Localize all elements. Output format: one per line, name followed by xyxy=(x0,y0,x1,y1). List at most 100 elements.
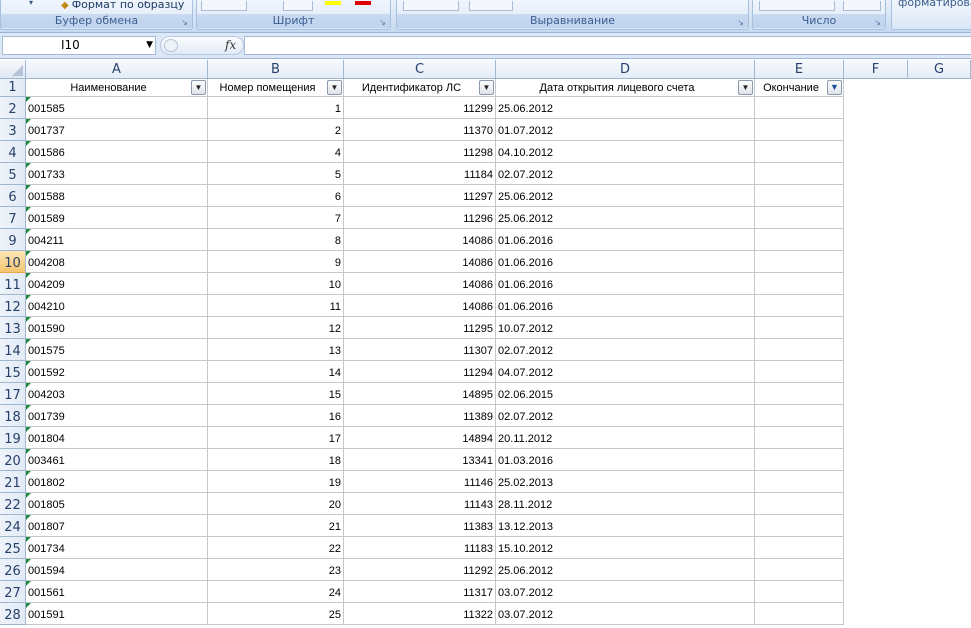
column-header-e[interactable]: E xyxy=(755,60,844,79)
row-header[interactable]: 26 xyxy=(0,559,26,581)
highlight-color-icon[interactable] xyxy=(325,1,341,5)
formula-input[interactable] xyxy=(244,36,971,55)
table-cell-end[interactable] xyxy=(755,119,844,141)
table-cell-date[interactable]: 25.06.2012 xyxy=(496,185,755,207)
column-header-a[interactable]: A xyxy=(26,60,208,79)
table-cell-room[interactable]: 13 xyxy=(208,339,344,361)
table-cell-name[interactable]: 004203 xyxy=(26,383,208,405)
table-cell-end[interactable] xyxy=(755,537,844,559)
indent-buttons[interactable] xyxy=(469,1,513,11)
chevron-down-icon[interactable]: ▼ xyxy=(146,37,153,54)
table-cell-end[interactable] xyxy=(755,493,844,515)
table-cell-id[interactable]: 11294 xyxy=(344,361,496,383)
clipboard-launcher-icon[interactable]: ↘ xyxy=(180,18,189,27)
table-cell-date[interactable]: 03.07.2012 xyxy=(496,603,755,625)
table-cell-date[interactable]: 03.07.2012 xyxy=(496,581,755,603)
table-cell-room[interactable]: 21 xyxy=(208,515,344,537)
table-cell-id[interactable]: 11183 xyxy=(344,537,496,559)
table-cell-room[interactable]: 8 xyxy=(208,229,344,251)
table-cell-end[interactable] xyxy=(755,559,844,581)
table-cell-end[interactable] xyxy=(755,603,844,625)
conditional-format-button[interactable]: форматирова xyxy=(898,0,971,9)
table-cell-name[interactable]: 001805 xyxy=(26,493,208,515)
table-cell-room[interactable]: 19 xyxy=(208,471,344,493)
table-cell-room[interactable]: 15 xyxy=(208,383,344,405)
table-cell-end[interactable] xyxy=(755,471,844,493)
row-header[interactable]: 7 xyxy=(0,207,26,229)
column-title-cell[interactable]: Идентификатор ЛС ▼ xyxy=(344,79,496,97)
filter-dropdown-icon[interactable]: ▼ xyxy=(191,80,206,95)
insert-function-icon[interactable]: fx xyxy=(225,37,236,54)
row-header[interactable]: 12 xyxy=(0,295,26,317)
table-cell-name[interactable]: 001807 xyxy=(26,515,208,537)
table-cell-id[interactable]: 14086 xyxy=(344,229,496,251)
table-cell-date[interactable]: 02.07.2012 xyxy=(496,339,755,361)
filter-dropdown-icon[interactable]: ▼ xyxy=(738,80,753,95)
table-cell-end[interactable] xyxy=(755,383,844,405)
font-size-box[interactable] xyxy=(201,1,247,11)
table-cell-end[interactable] xyxy=(755,97,844,119)
column-header-f[interactable]: F xyxy=(844,60,908,79)
row-header[interactable]: 3 xyxy=(0,119,26,141)
table-cell-end[interactable] xyxy=(755,339,844,361)
row-header[interactable]: 27 xyxy=(0,581,26,603)
column-header-c[interactable]: C xyxy=(344,60,496,79)
table-cell-date[interactable]: 13.12.2013 xyxy=(496,515,755,537)
name-box[interactable]: I10 ▼ xyxy=(2,36,156,55)
table-cell-room[interactable]: 10 xyxy=(208,273,344,295)
table-cell-name[interactable]: 001739 xyxy=(26,405,208,427)
table-cell-end[interactable] xyxy=(755,273,844,295)
table-cell-name[interactable]: 001588 xyxy=(26,185,208,207)
table-cell-id[interactable]: 11296 xyxy=(344,207,496,229)
row-header[interactable]: 20 xyxy=(0,449,26,471)
table-cell-id[interactable]: 11184 xyxy=(344,163,496,185)
table-cell-room[interactable]: 12 xyxy=(208,317,344,339)
row-header[interactable]: 6 xyxy=(0,185,26,207)
table-cell-id[interactable]: 11143 xyxy=(344,493,496,515)
table-cell-name[interactable]: 001585 xyxy=(26,97,208,119)
table-cell-date[interactable]: 02.06.2015 xyxy=(496,383,755,405)
table-cell-date[interactable]: 20.11.2012 xyxy=(496,427,755,449)
table-cell-end[interactable] xyxy=(755,405,844,427)
table-cell-end[interactable] xyxy=(755,185,844,207)
table-cell-name[interactable]: 004210 xyxy=(26,295,208,317)
row-header[interactable]: 15 xyxy=(0,361,26,383)
expand-icon[interactable] xyxy=(164,39,178,52)
table-cell-id[interactable]: 11146 xyxy=(344,471,496,493)
table-cell-end[interactable] xyxy=(755,449,844,471)
table-cell-room[interactable]: 9 xyxy=(208,251,344,273)
row-header[interactable]: 19 xyxy=(0,427,26,449)
column-title-cell[interactable]: Номер помещения ▼ xyxy=(208,79,344,97)
row-header[interactable]: 4 xyxy=(0,141,26,163)
table-cell-date[interactable]: 01.06.2016 xyxy=(496,229,755,251)
table-cell-id[interactable]: 11298 xyxy=(344,141,496,163)
table-cell-id[interactable]: 11297 xyxy=(344,185,496,207)
table-cell-date[interactable]: 25.06.2012 xyxy=(496,207,755,229)
select-all-corner[interactable] xyxy=(0,60,26,79)
table-cell-date[interactable]: 02.07.2012 xyxy=(496,163,755,185)
table-cell-id[interactable]: 11292 xyxy=(344,559,496,581)
table-cell-id[interactable]: 11370 xyxy=(344,119,496,141)
table-cell-room[interactable]: 2 xyxy=(208,119,344,141)
font-color-icon[interactable] xyxy=(355,1,371,5)
table-cell-name[interactable]: 001590 xyxy=(26,317,208,339)
table-cell-date[interactable]: 01.06.2016 xyxy=(496,295,755,317)
column-header-b[interactable]: B xyxy=(208,60,344,79)
table-cell-room[interactable]: 6 xyxy=(208,185,344,207)
table-cell-date[interactable]: 01.06.2016 xyxy=(496,273,755,295)
table-cell-end[interactable] xyxy=(755,581,844,603)
table-cell-date[interactable]: 25.06.2012 xyxy=(496,559,755,581)
row-header[interactable]: 17 xyxy=(0,383,26,405)
column-title-cell[interactable]: Окончание ▼ xyxy=(755,79,844,97)
font-launcher-icon[interactable]: ↘ xyxy=(378,18,387,27)
row-header[interactable]: 5 xyxy=(0,163,26,185)
table-cell-room[interactable]: 20 xyxy=(208,493,344,515)
table-cell-name[interactable]: 003461 xyxy=(26,449,208,471)
table-cell-id[interactable]: 13341 xyxy=(344,449,496,471)
table-cell-room[interactable]: 18 xyxy=(208,449,344,471)
row-header[interactable]: 25 xyxy=(0,537,26,559)
row-header[interactable]: 21 xyxy=(0,471,26,493)
table-cell-end[interactable] xyxy=(755,207,844,229)
filter-dropdown-icon[interactable]: ▼ xyxy=(479,80,494,95)
table-cell-id[interactable]: 11389 xyxy=(344,405,496,427)
